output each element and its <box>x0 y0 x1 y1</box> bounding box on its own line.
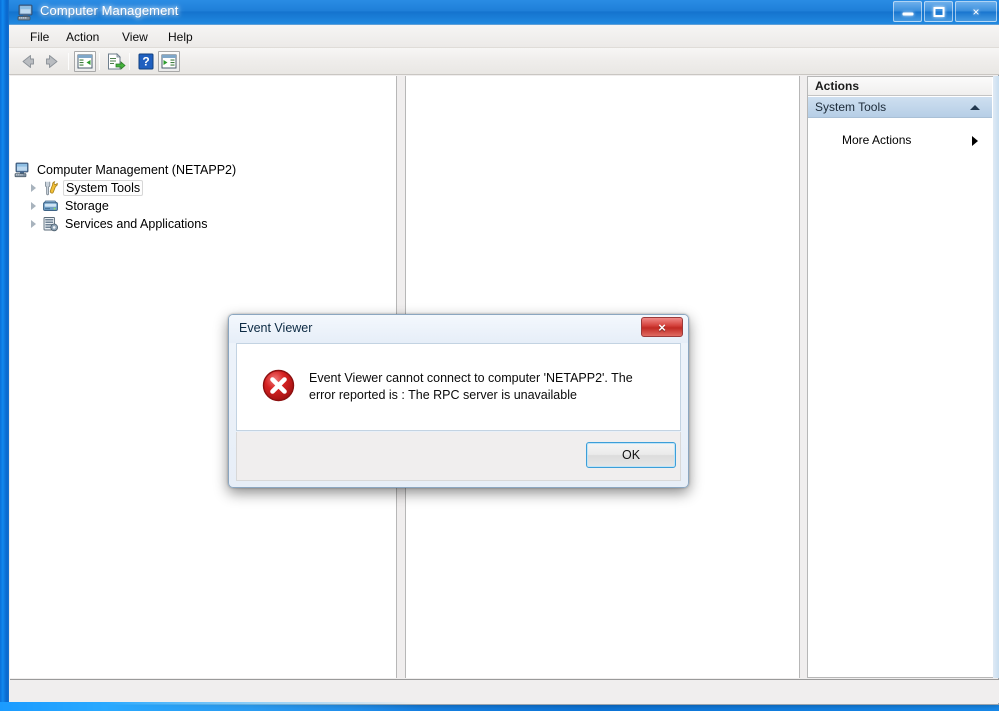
menu-help[interactable]: Help <box>161 28 200 46</box>
tree-node-computer-management[interactable]: Computer Management (NETAPP2) <box>10 160 238 179</box>
svg-text:?: ? <box>142 55 149 69</box>
help-question-icon: ? <box>138 53 154 70</box>
expand-collapse-icon[interactable] <box>26 216 42 232</box>
dialog-message: Event Viewer cannot connect to computer … <box>309 371 633 402</box>
dialog-title: Event Viewer <box>239 321 313 335</box>
action-item-label: More Actions <box>842 133 912 147</box>
actions-pane-header: Actions <box>808 77 992 96</box>
minimize-button[interactable] <box>893 1 922 22</box>
menu-bar: File Action View Help <box>9 25 999 48</box>
dialog-body: Event Viewer cannot connect to computer … <box>236 343 681 431</box>
help-button[interactable]: ? <box>135 51 157 72</box>
toolbar: ? <box>9 48 999 75</box>
actions-pane: Actions System Tools More Actions <box>807 76 993 678</box>
services-applications-icon <box>43 216 58 231</box>
actions-scrollbar[interactable] <box>993 76 999 678</box>
close-button[interactable]: × <box>955 1 997 22</box>
close-icon: × <box>972 4 980 19</box>
dialog-close-button[interactable]: × <box>641 317 683 337</box>
show-hide-action-pane-button[interactable] <box>158 51 180 72</box>
export-list-icon <box>108 53 126 70</box>
minimize-icon <box>902 12 913 16</box>
back-button[interactable] <box>17 51 39 72</box>
desktop-background: Computer Management × File Action View H… <box>0 0 999 711</box>
tree-node-services-and-applications[interactable]: Services and Applications <box>10 214 209 233</box>
close-icon: × <box>658 320 666 335</box>
status-bar <box>10 679 999 703</box>
console-tree-icon <box>77 54 93 69</box>
window-titlebar: Computer Management × <box>9 0 999 25</box>
tree-node-label: Services and Applications <box>65 216 208 231</box>
dialog-titlebar: Event Viewer × <box>229 315 688 343</box>
computer-icon <box>14 162 29 177</box>
tree-node-label: System Tools <box>63 179 144 196</box>
actions-group-system-tools[interactable]: System Tools <box>808 97 992 118</box>
left-arrow-icon <box>22 55 34 68</box>
ok-button[interactable]: OK <box>586 442 676 468</box>
system-tools-icon <box>45 180 58 195</box>
maximize-button[interactable] <box>924 1 953 22</box>
event-viewer-error-dialog: Event Viewer × Event Viewer cannot conne… <box>228 314 689 488</box>
tree-node-label: Storage <box>65 198 109 213</box>
tree-node-label: Computer Management (NETAPP2) <box>37 162 237 177</box>
chevron-right-icon <box>972 136 978 146</box>
menu-file[interactable]: File <box>23 28 56 46</box>
chevron-up-icon[interactable] <box>970 105 980 110</box>
storage-icon <box>43 200 58 211</box>
right-arrow-icon <box>46 55 58 68</box>
menu-action[interactable]: Action <box>59 28 106 46</box>
tree-node-system-tools[interactable]: System Tools <box>10 178 144 197</box>
computer-management-icon <box>17 4 33 21</box>
menu-view[interactable]: View <box>115 28 155 46</box>
window-title: Computer Management <box>40 3 179 18</box>
expand-collapse-icon[interactable] <box>26 180 42 196</box>
dialog-footer: OK <box>236 432 681 481</box>
tree-node-storage[interactable]: Storage <box>10 196 111 215</box>
show-hide-console-tree-button[interactable] <box>74 51 96 72</box>
maximize-icon <box>933 6 944 17</box>
forward-button[interactable] <box>41 51 63 72</box>
export-list-button[interactable] <box>104 51 126 72</box>
action-pane-icon <box>161 54 177 69</box>
action-item-more-actions[interactable]: More Actions <box>808 130 992 150</box>
expand-collapse-icon[interactable] <box>26 198 42 214</box>
actions-group-label: System Tools <box>815 100 887 114</box>
error-icon <box>262 369 295 402</box>
